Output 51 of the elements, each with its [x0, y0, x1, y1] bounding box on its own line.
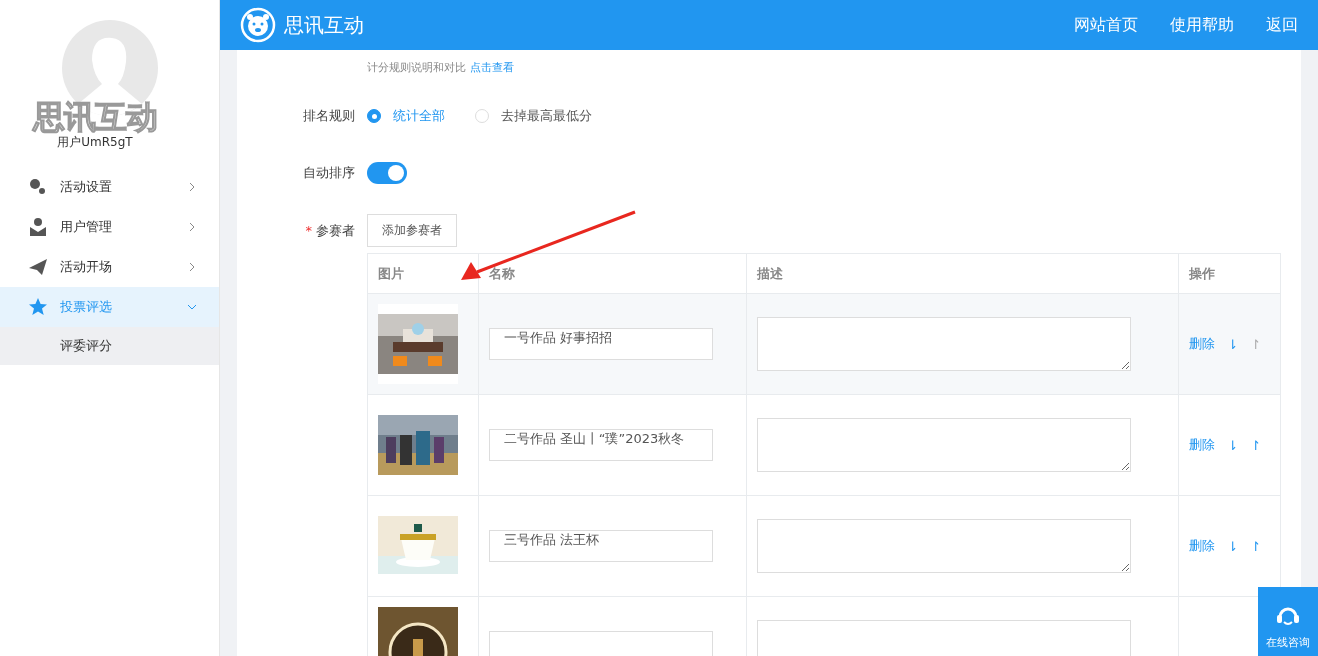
column-header: 操作 [1178, 253, 1281, 294]
required-mark: * [305, 222, 312, 238]
column-header: 描述 [746, 253, 1179, 294]
description-field[interactable] [756, 317, 1131, 371]
move-up-link[interactable]: ↾ [1250, 538, 1262, 554]
radio-button[interactable] [367, 109, 381, 123]
field-label: 排名规则 [302, 107, 356, 125]
sidebar-item[interactable]: 活动设置 [0, 167, 219, 207]
header-link[interactable]: 使用帮助 [1170, 14, 1234, 36]
chevron-icon [187, 182, 197, 192]
radio-label[interactable]: 去掉最高最低分 [501, 107, 592, 125]
delete-link[interactable]: 删除 [1189, 537, 1216, 555]
chevron-icon [187, 302, 197, 312]
user-mail-icon [30, 218, 46, 236]
move-down-link[interactable]: ⇂ [1227, 336, 1239, 352]
paper-plane-icon [29, 259, 47, 275]
column-header: 图片 [367, 253, 479, 294]
add-participant-button[interactable]: 添加参赛者 [367, 214, 457, 247]
move-down-link[interactable]: ⇂ [1227, 437, 1239, 453]
field-label: 自动排序 [302, 164, 356, 182]
toggle-switch[interactable] [367, 162, 407, 184]
move-down-link[interactable]: ⇂ [1227, 538, 1239, 554]
move-up-link[interactable]: ↾ [1250, 437, 1262, 453]
bear-logo-icon [240, 7, 276, 43]
online-chat-button[interactable]: 在线咨询 [1258, 587, 1318, 656]
column-header: 名称 [478, 253, 747, 294]
chevron-icon [187, 222, 197, 232]
name-input[interactable]: 一号作品 好事招招 [488, 328, 713, 360]
field-label: 参赛者 [316, 222, 355, 238]
sidebar-item[interactable]: 投票评选 [0, 287, 219, 327]
description-field[interactable] [756, 418, 1131, 472]
delete-link[interactable]: 删除 [1189, 436, 1216, 454]
header-link[interactable]: 网站首页 [1074, 14, 1138, 36]
sidebar-item[interactable]: 活动开场 [0, 247, 219, 287]
gears-icon [30, 179, 45, 194]
view-link[interactable]: 点击查看 [469, 61, 514, 74]
delete-link[interactable]: 删除 [1189, 335, 1216, 353]
header-link[interactable]: 返回 [1266, 14, 1298, 36]
sidebar-subitem[interactable]: 评委评分 [0, 327, 219, 365]
chevron-icon [187, 262, 197, 272]
username: 用户UmR5gT [56, 134, 134, 151]
name-input[interactable] [488, 631, 713, 656]
sidebar-item[interactable]: 用户管理 [0, 207, 219, 247]
description-field[interactable] [756, 519, 1131, 573]
name-input[interactable]: 二号作品 圣山丨“璞”2023秋冬 [488, 429, 713, 461]
app-title: 思讯互动 [284, 11, 365, 39]
brand-text: 思讯互动 [31, 97, 158, 136]
star-icon [29, 298, 47, 315]
name-input[interactable]: 三号作品 法王杯 [488, 530, 713, 562]
rule-note: 计分规则说明和对比 点击查看 [367, 61, 514, 74]
radio-label[interactable]: 统计全部 [393, 107, 445, 125]
